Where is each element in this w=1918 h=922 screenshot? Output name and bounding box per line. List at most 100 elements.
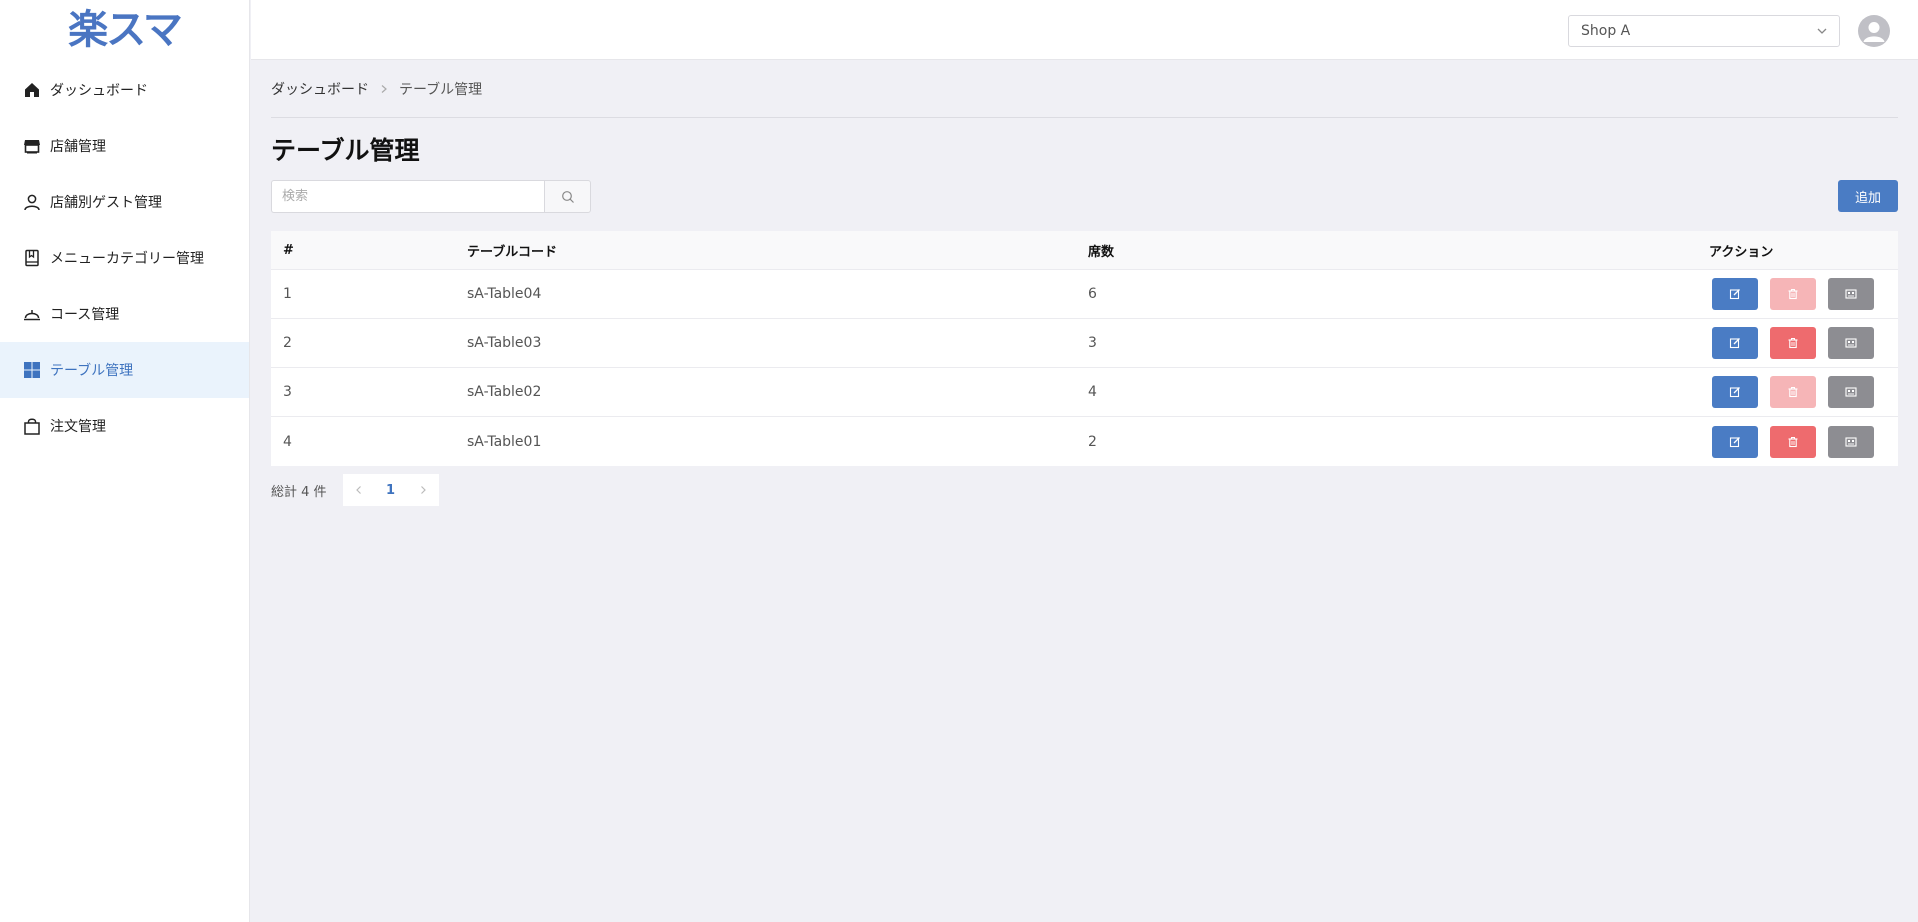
sidebar-item-label: 店舗管理 — [50, 139, 106, 155]
sidebar-item-guests[interactable]: 店舗別ゲスト管理 — [0, 174, 249, 230]
sidebar-item-orders[interactable]: 注文管理 — [0, 398, 249, 454]
pagination: 総計 4 件 1 — [271, 474, 1898, 506]
add-button[interactable]: 追加 — [1838, 180, 1898, 212]
chevron-right-icon — [379, 84, 389, 94]
cell-actions — [1709, 327, 1898, 359]
search-input[interactable] — [271, 180, 544, 213]
edit-button[interactable] — [1712, 425, 1758, 458]
sidebar: 楽スマ ダッシュボード 店舗管理 店舗別ゲスト管理 メニューカテゴリー管理 コー… — [0, 0, 250, 922]
cell-num: 1 — [283, 286, 292, 302]
sidebar-item-dashboard[interactable]: ダッシュボード — [0, 62, 249, 118]
store-icon — [22, 136, 42, 156]
logo-text: 楽スマ — [68, 7, 183, 53]
cell-num: 2 — [283, 335, 292, 351]
sidebar-item-courses[interactable]: コース管理 — [0, 286, 249, 342]
qr-code-button[interactable] — [1828, 278, 1874, 310]
sidebar-item-label: 注文管理 — [50, 419, 106, 435]
sidebar-item-label: 店舗別ゲスト管理 — [50, 195, 162, 211]
column-header-seats: 席数 — [1088, 244, 1115, 260]
top-header: Shop A — [251, 0, 1918, 60]
avatar-user-icon — [1863, 22, 1885, 42]
page-title: テーブル管理 — [271, 136, 420, 165]
bag-icon — [22, 416, 42, 436]
cell-seats: 6 — [1088, 286, 1097, 302]
cell-actions — [1709, 425, 1898, 458]
avatar[interactable] — [1858, 15, 1890, 47]
column-header-num: # — [283, 242, 294, 258]
cell-table-code: sA-Table03 — [467, 335, 542, 351]
delete-button — [1770, 278, 1816, 310]
search-icon — [561, 190, 574, 203]
table-row: 2 sA-Table03 3 — [271, 319, 1898, 368]
prev-page-button[interactable] — [342, 474, 375, 506]
qr-code-icon — [1845, 338, 1857, 348]
toolbar: 追加 — [271, 180, 1898, 214]
cell-seats: 4 — [1088, 384, 1097, 400]
trash-icon — [1788, 436, 1798, 447]
breadcrumb-current: テーブル管理 — [399, 81, 483, 98]
app-logo[interactable]: 楽スマ — [0, 0, 249, 60]
search-box — [271, 180, 591, 213]
sidebar-item-menu-categories[interactable]: メニューカテゴリー管理 — [0, 230, 249, 286]
cell-num: 3 — [283, 384, 292, 400]
user-icon — [22, 192, 42, 212]
sidebar-item-stores[interactable]: 店舗管理 — [0, 118, 249, 174]
cell-actions — [1709, 376, 1898, 408]
table-row: 3 sA-Table02 4 — [271, 368, 1898, 417]
page-number-button[interactable]: 1 — [374, 474, 407, 506]
cell-table-code: sA-Table04 — [467, 286, 542, 302]
edit-button[interactable] — [1712, 278, 1758, 310]
cell-seats: 2 — [1088, 433, 1097, 450]
cell-table-code: sA-Table02 — [467, 384, 542, 400]
breadcrumb: ダッシュボード テーブル管理 — [271, 60, 1898, 118]
table-body: 1 sA-Table04 6 2 sA-Table03 3 3 sA-Table02 4 4 sA-… — [271, 270, 1898, 466]
grid-icon — [22, 360, 42, 380]
next-page-button[interactable] — [406, 474, 439, 506]
edit-icon — [1729, 436, 1740, 447]
cell-num: 4 — [283, 433, 292, 450]
sidebar-item-tables[interactable]: テーブル管理 — [0, 342, 249, 398]
edit-icon — [1729, 387, 1740, 398]
table-row: 4 sA-Table01 2 — [271, 417, 1898, 466]
book-icon — [22, 248, 42, 268]
cell-seats: 3 — [1088, 335, 1097, 351]
qr-code-icon — [1845, 289, 1857, 299]
breadcrumb-home-link[interactable]: ダッシュボード — [271, 79, 369, 99]
column-header-code: テーブルコード — [467, 244, 557, 260]
trash-icon — [1788, 289, 1798, 300]
qr-code-button[interactable] — [1828, 376, 1874, 408]
qr-code-icon — [1845, 436, 1857, 447]
home-icon — [22, 80, 42, 100]
tables-table: # テーブルコード 席数 アクション 1 sA-Table04 6 2 sA-Table… — [271, 231, 1898, 466]
trash-icon — [1788, 387, 1798, 398]
edit-button[interactable] — [1712, 327, 1758, 359]
search-button[interactable] — [544, 180, 591, 213]
shop-select[interactable]: Shop A — [1568, 15, 1840, 47]
chevron-right-icon — [420, 486, 426, 494]
sidebar-item-label: テーブル管理 — [50, 363, 134, 379]
cell-actions — [1709, 278, 1898, 310]
column-header-actions: アクション — [1709, 244, 1774, 260]
main-content: ダッシュボード テーブル管理 テーブル管理 追加 # テーブルコード 席数 アク… — [271, 60, 1898, 506]
sidebar-item-label: ダッシュボード — [50, 83, 148, 99]
sidebar-item-label: コース管理 — [50, 307, 120, 323]
qr-code-button[interactable] — [1828, 425, 1874, 458]
total-count: 総計 4 件 — [271, 484, 327, 500]
delete-button[interactable] — [1770, 425, 1816, 458]
delete-button[interactable] — [1770, 327, 1816, 359]
qr-code-button[interactable] — [1828, 327, 1874, 359]
edit-button[interactable] — [1712, 376, 1758, 408]
table-header: # テーブルコード 席数 アクション — [271, 231, 1898, 270]
cloche-icon — [22, 304, 42, 324]
sidebar-nav: ダッシュボード 店舗管理 店舗別ゲスト管理 メニューカテゴリー管理 コース管理 — [0, 62, 249, 454]
cell-table-code: sA-Table01 — [467, 433, 542, 450]
edit-icon — [1729, 338, 1740, 349]
edit-icon — [1729, 289, 1740, 300]
shop-select-value: Shop A — [1581, 23, 1631, 39]
chevron-left-icon — [355, 486, 361, 494]
delete-button — [1770, 376, 1816, 408]
qr-code-icon — [1845, 387, 1857, 397]
table-row: 1 sA-Table04 6 — [271, 270, 1898, 319]
trash-icon — [1788, 338, 1798, 349]
sidebar-item-label: メニューカテゴリー管理 — [50, 251, 204, 267]
